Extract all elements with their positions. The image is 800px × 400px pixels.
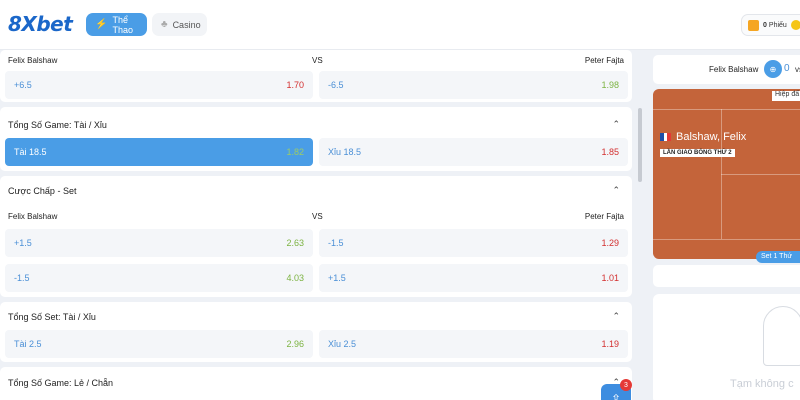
ticket-icon xyxy=(748,19,759,31)
share-icon: ⇪ xyxy=(610,392,622,400)
vs-label: VS xyxy=(312,56,323,65)
serving-player-name: Balshaw, Felix xyxy=(676,131,747,143)
vs-label: VS xyxy=(312,212,323,221)
france-flag-icon xyxy=(660,133,672,141)
odd-label: +1.5 xyxy=(14,238,32,248)
odd-label: +6.5 xyxy=(14,80,32,90)
odd-button[interactable]: -6.5 1.98 xyxy=(319,71,628,99)
player-left: Felix Balshaw xyxy=(8,212,58,221)
empty-state-card: Tạm không c xyxy=(653,294,800,400)
odd-button[interactable]: Xỉu 18.5 1.85 xyxy=(319,138,628,166)
market-title: Tổng Số Set: Tài / Xỉu xyxy=(8,312,96,322)
players-row: Felix Balshaw VS Peter Fajta xyxy=(8,56,624,65)
market-total-sets: Tổng Số Set: Tài / Xỉu ⌃ Tài 2.5 2.96 Xỉ… xyxy=(0,302,632,362)
market-title: Tổng Số Game: Lẻ / Chẵn xyxy=(8,378,114,388)
serve-status: LẦN GIAO BÓNG THỨ 2 xyxy=(660,149,735,157)
odd-label: Xỉu 2.5 xyxy=(328,339,357,349)
court-line xyxy=(653,109,800,110)
market-title: Tổng Số Game: Tài / Xỉu xyxy=(8,120,107,130)
tab-casino[interactable]: ♣ Casino xyxy=(152,13,207,36)
odd-value: 1.19 xyxy=(601,339,619,349)
match-header-card: Felix Balshaw ⊕ 0 vs xyxy=(653,55,800,84)
team-logo-icon: ⊕ xyxy=(764,60,782,78)
empty-state-text: Tạm không c xyxy=(730,378,794,390)
vs-label: vs xyxy=(795,65,800,74)
odd-value: 1.70 xyxy=(286,80,304,90)
tab-sports-label: Thể Thao xyxy=(112,14,133,35)
court-line xyxy=(653,239,800,240)
odd-label: -6.5 xyxy=(328,80,344,90)
tracker-controls xyxy=(653,265,800,287)
odd-label: Tài 2.5 xyxy=(14,339,42,349)
market-title: Cược Chấp - Set xyxy=(8,186,77,196)
chevron-up-icon[interactable]: ⌃ xyxy=(612,185,620,196)
club-icon: ♣ xyxy=(161,19,168,30)
odd-button-selected[interactable]: Tài 18.5 1.82 xyxy=(5,138,313,166)
odd-button[interactable]: +1.5 2.63 xyxy=(5,229,313,257)
odd-value: 1.98 xyxy=(601,80,619,90)
market-set-handicap: Cược Chấp - Set ⌃ Felix Balshaw VS Peter… xyxy=(0,176,632,297)
market-total-games: Tổng Số Game: Tài / Xỉu ⌃ Tài 18.5 1.82 … xyxy=(0,107,632,171)
market-odd-even-games: Tổng Số Game: Lẻ / Chẵn ⌃ xyxy=(0,367,632,400)
bet-ticket-button[interactable]: 0 Phiếu xyxy=(741,14,800,36)
tab-sports[interactable]: ⚡ Thể Thao xyxy=(86,13,147,36)
set-indicator[interactable]: Set 1 Thứ xyxy=(756,251,800,263)
empty-ticket-icon xyxy=(763,306,800,366)
odd-button[interactable]: -1.5 1.29 xyxy=(319,229,628,257)
live-court-tracker: Hiệp đấ Balshaw, Felix LẦN GIAO BÓNG THỨ… xyxy=(653,89,800,259)
tab-casino-label: Casino xyxy=(172,19,201,30)
odd-value: 2.96 xyxy=(286,339,304,349)
notification-badge: 3 xyxy=(620,379,632,391)
coin-icon xyxy=(790,20,800,30)
odd-value: 1.29 xyxy=(601,238,619,248)
scrollbar-thumb[interactable] xyxy=(638,108,642,182)
top-header: 8Xbet ⚡ Thể Thao ♣ Casino 0 Phiếu xyxy=(0,0,800,50)
player-name: Felix Balshaw xyxy=(709,65,759,74)
odd-label: -1.5 xyxy=(328,238,344,248)
odd-label: +1.5 xyxy=(328,273,346,283)
odd-button[interactable]: Tài 2.5 2.96 xyxy=(5,330,313,358)
serving-player: Balshaw, Felix xyxy=(660,131,746,143)
ticket-count: 0 xyxy=(763,21,767,29)
odd-label: -1.5 xyxy=(14,273,30,283)
player-right: Peter Fajta xyxy=(584,212,624,221)
odd-value: 1.85 xyxy=(601,147,619,157)
ticket-label: Phiếu xyxy=(768,21,787,29)
chevron-up-icon[interactable]: ⌃ xyxy=(612,119,620,130)
period-label: Hiệp đấ xyxy=(772,91,800,101)
odd-button[interactable]: +6.5 1.70 xyxy=(5,71,313,99)
odd-value: 4.03 xyxy=(286,273,304,283)
odd-value: 1.01 xyxy=(601,273,619,283)
court-line xyxy=(721,174,800,175)
lightning-icon: ⚡ xyxy=(95,19,108,30)
site-logo[interactable]: 8Xbet xyxy=(8,12,73,36)
player-right: Peter Fajta xyxy=(584,56,624,65)
odd-button[interactable]: +1.5 1.01 xyxy=(319,264,628,292)
player-left: Felix Balshaw xyxy=(8,56,58,65)
odd-value: 2.63 xyxy=(286,238,304,248)
odd-label: Tài 18.5 xyxy=(14,147,47,157)
chevron-up-icon[interactable]: ⌃ xyxy=(612,311,620,322)
match-score: 0 xyxy=(784,63,790,74)
players-row: Felix Balshaw VS Peter Fajta xyxy=(8,212,624,221)
odd-button[interactable]: -1.5 4.03 xyxy=(5,264,313,292)
odd-label: Xỉu 18.5 xyxy=(328,147,362,157)
odd-button[interactable]: Xỉu 2.5 1.19 xyxy=(319,330,628,358)
odd-value: 1.82 xyxy=(286,147,304,157)
markets-list: Felix Balshaw VS Peter Fajta +6.5 1.70 -… xyxy=(0,50,640,400)
market-handicap-games: Felix Balshaw VS Peter Fajta +6.5 1.70 -… xyxy=(0,50,632,102)
